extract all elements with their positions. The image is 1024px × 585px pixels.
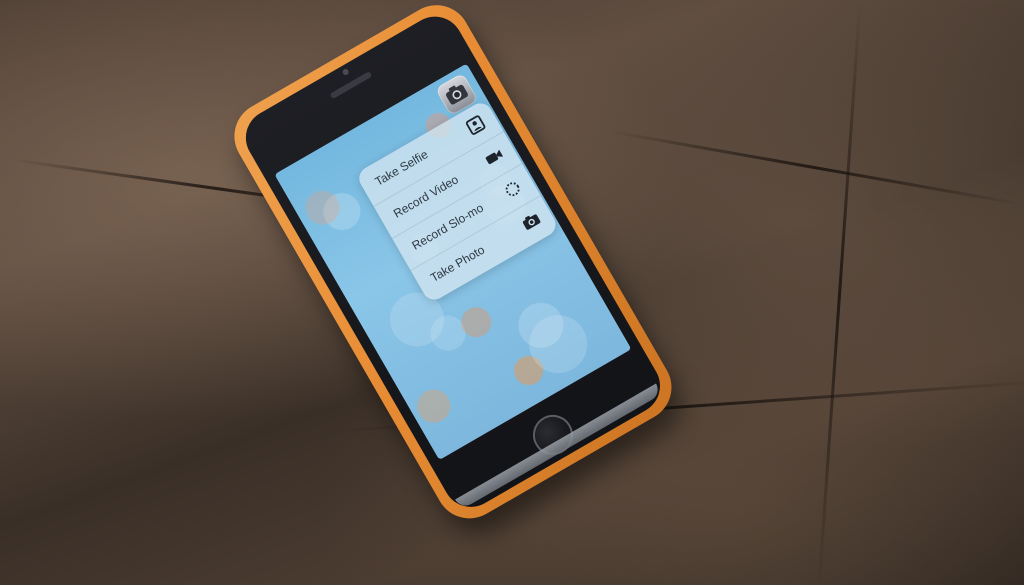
phone-body: Take Selfie Record Video Record Slo-mo T…: [235, 6, 671, 518]
wallpaper-bubble: [455, 301, 497, 343]
phone-case: Take Selfie Record Video Record Slo-mo T…: [221, 0, 684, 531]
wallpaper-bubble: [518, 304, 598, 384]
slo-mo-icon: [501, 178, 525, 201]
front-camera: [341, 67, 350, 77]
selfie-icon: [464, 114, 488, 137]
camera-icon: [445, 84, 468, 105]
wallpaper-bubble: [299, 184, 346, 231]
camera-icon: [519, 210, 543, 233]
earpiece-speaker: [329, 71, 373, 100]
video-camera-icon: [482, 146, 506, 169]
cushion-seam: [817, 1, 862, 585]
cushion-seam: [609, 130, 1024, 206]
leather-seat-background: Take Selfie Record Video Record Slo-mo T…: [0, 0, 1024, 585]
phone-screen: Take Selfie Record Video Record Slo-mo T…: [274, 63, 632, 461]
phone: Take Selfie Record Video Record Slo-mo T…: [184, 0, 736, 536]
camera-quick-actions-menu: Take Selfie Record Video Record Slo-mo T…: [354, 99, 560, 304]
